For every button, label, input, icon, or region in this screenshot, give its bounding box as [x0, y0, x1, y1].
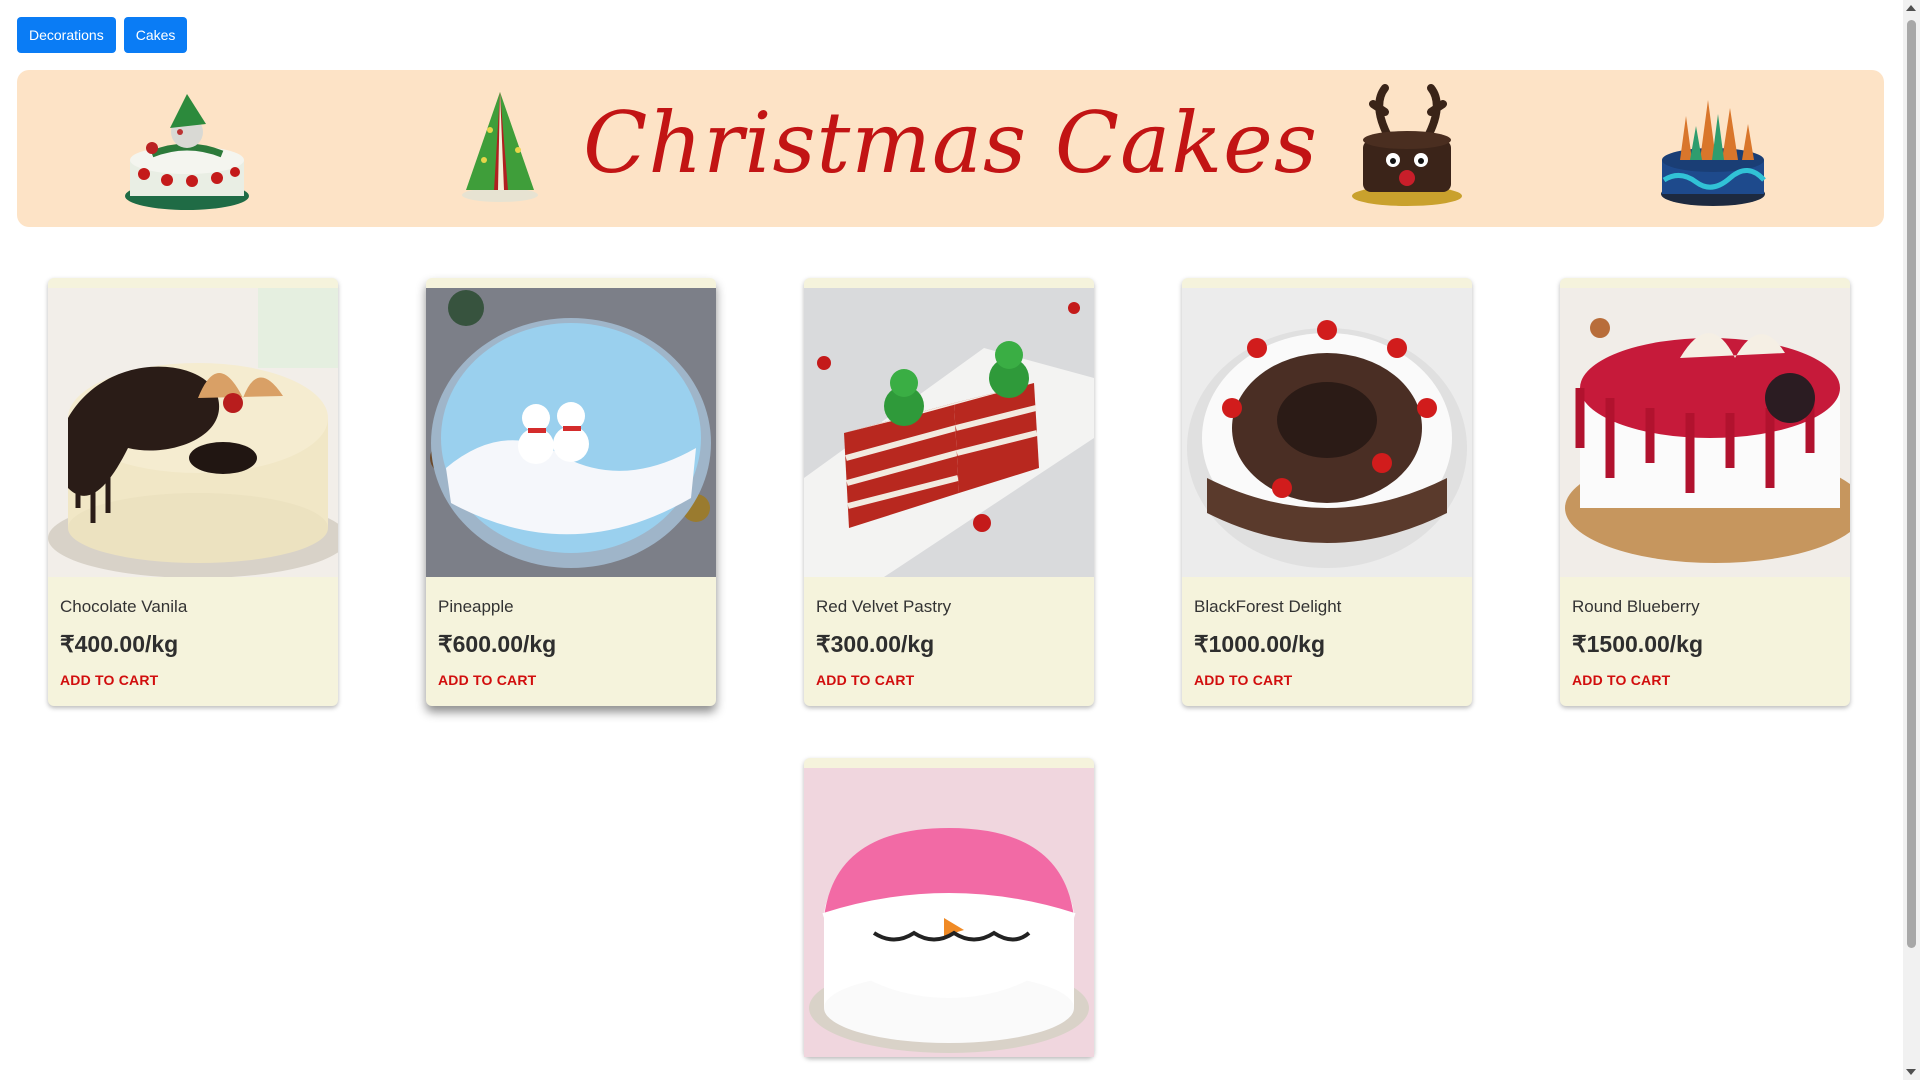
- product-image[interactable]: [1560, 288, 1850, 577]
- pineapple-cake-image: [426, 288, 716, 577]
- product-price: ₹1000.00/kg: [1194, 631, 1326, 657]
- christmas-banner: Christmas Cakes: [17, 70, 1884, 227]
- blackforest-cake-image: [1182, 288, 1472, 577]
- product-image[interactable]: [804, 288, 1094, 577]
- product-image[interactable]: [804, 768, 1094, 1057]
- product-price: ₹1500.00/kg: [1572, 631, 1704, 657]
- cakes-button[interactable]: Cakes: [123, 17, 188, 53]
- product-image[interactable]: [426, 288, 716, 577]
- scroll-down-icon[interactable]: [1906, 1069, 1916, 1075]
- decorations-button[interactable]: Decorations: [17, 17, 116, 53]
- scroll-thumb[interactable]: [1907, 20, 1916, 948]
- product-card[interactable]: Red Velvet Pastry ₹300.00/kg ADD TO CART: [804, 278, 1094, 706]
- top-nav: Decorations Cakes: [17, 17, 188, 53]
- add-to-cart-button[interactable]: ADD TO CART: [438, 672, 536, 688]
- product-card[interactable]: BlackForest Delight ₹1000.00/kg ADD TO C…: [1182, 278, 1472, 706]
- product-name: Red Velvet Pastry: [816, 597, 952, 616]
- snowman-cake-image: [804, 768, 1094, 1057]
- scroll-up-icon[interactable]: [1906, 5, 1916, 11]
- banner-title: Christmas Cakes: [583, 94, 1318, 192]
- chocolate-vanila-cake-image: [48, 288, 338, 577]
- product-image[interactable]: [48, 288, 338, 577]
- round-blueberry-cake-image: [1560, 288, 1850, 577]
- scrollbar[interactable]: [1903, 0, 1920, 1080]
- product-price: ₹400.00/kg: [60, 631, 179, 657]
- product-image[interactable]: [1182, 288, 1472, 577]
- product-price: ₹300.00/kg: [816, 631, 935, 657]
- add-to-cart-button[interactable]: ADD TO CART: [816, 672, 914, 688]
- product-name: Chocolate Vanila: [60, 597, 188, 616]
- product-card[interactable]: Chocolate Vanila ₹400.00/kg ADD TO CART: [48, 278, 338, 706]
- product-name: Round Blueberry: [1572, 597, 1700, 616]
- add-to-cart-button[interactable]: ADD TO CART: [1572, 672, 1670, 688]
- product-card[interactable]: [804, 758, 1094, 1057]
- product-price: ₹600.00/kg: [438, 631, 557, 657]
- product-name: Pineapple: [438, 597, 514, 616]
- add-to-cart-button[interactable]: ADD TO CART: [1194, 672, 1292, 688]
- add-to-cart-button[interactable]: ADD TO CART: [60, 672, 158, 688]
- product-name: BlackForest Delight: [1194, 597, 1342, 616]
- red-velvet-pastry-image: [804, 288, 1094, 577]
- product-card[interactable]: Pineapple ₹600.00/kg ADD TO CART: [426, 278, 716, 706]
- product-card[interactable]: Round Blueberry ₹1500.00/kg ADD TO CART: [1560, 278, 1850, 706]
